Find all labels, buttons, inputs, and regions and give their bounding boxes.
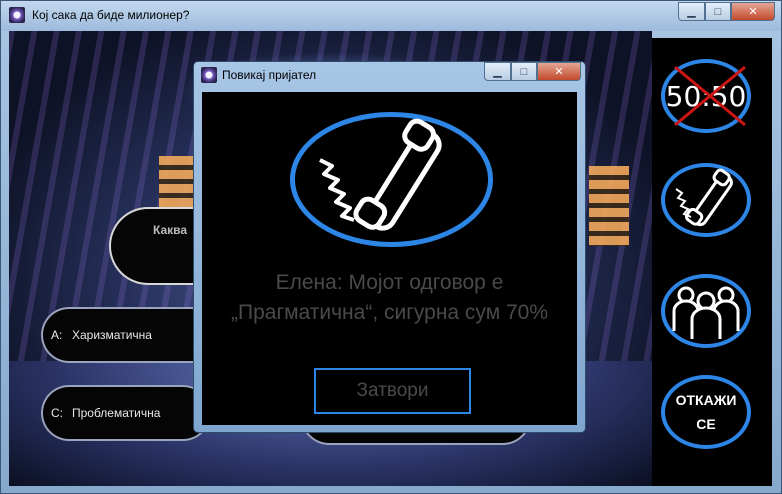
dialog-app-icon [201,67,217,83]
dialog-minimize-button[interactable]: ▁ [484,62,511,81]
close-dialog-label: Затвори [356,380,429,401]
maximize-icon: □ [714,5,722,18]
phone-icon [319,118,442,231]
main-titlebar[interactable]: Кој сака да биде милионер? ▁ □ ✕ [1,1,781,31]
ask-audience-button[interactable] [661,274,751,348]
maximize-icon: □ [520,65,528,78]
dialog-title: Повикај пријател [222,68,317,82]
close-button[interactable]: ✕ [731,2,775,21]
dialog-titlebar[interactable]: Повикај пријател ▁ □ ✕ [194,62,585,88]
main-window-title: Кој сака да биде милионер? [32,8,190,22]
minimize-icon: ▁ [687,6,696,18]
phone-icon [675,168,733,227]
phone-friend-dialog: Повикај пријател ▁ □ ✕ Елена: Мојот одго… [193,61,586,433]
give-up-label-line1: ОТКАЖИ [675,392,737,408]
minimize-button[interactable]: ▁ [678,2,705,21]
close-icon: ✕ [748,6,758,18]
give-up-label-line2: СЕ [696,416,716,432]
fifty-fifty-button[interactable]: 50:50 [661,59,751,133]
app-icon [9,7,25,23]
answer-c-letter: C: [51,406,63,420]
give-up-label: ОТКАЖИ СЕ [676,388,737,436]
friend-answer-text: Елена: Мојот одговор е „Прагматична“, си… [231,271,548,324]
answer-c-label: Проблематична [72,406,161,420]
answer-a-label: Харизматична [72,328,152,342]
dialog-close-button[interactable]: ✕ [537,62,581,81]
question-text: Каква [153,223,188,237]
answer-a-letter: A: [51,328,63,342]
stage-lights-right [589,166,629,246]
dialog-maximize-button[interactable]: □ [511,62,537,81]
close-icon: ✕ [554,66,564,78]
phone-friend-button[interactable] [661,163,751,237]
close-dialog-button[interactable]: Затвори [314,368,471,414]
main-window-controls: ▁ □ ✕ [678,2,775,21]
dialog-body: Елена: Мојот одговор е „Прагматична“, си… [202,92,577,425]
lifelines-panel: 50:50 ОТКАЖИ СЕ [652,38,772,486]
give-up-button[interactable]: ОТКАЖИ СЕ [661,375,751,449]
dialog-window-controls: ▁ □ ✕ [484,62,581,81]
audience-icon [672,286,740,339]
maximize-button[interactable]: □ [705,2,731,21]
minimize-icon: ▁ [493,66,502,78]
answer-c-button[interactable]: C: Проблематична [41,385,211,441]
used-cross-icon [674,65,746,127]
